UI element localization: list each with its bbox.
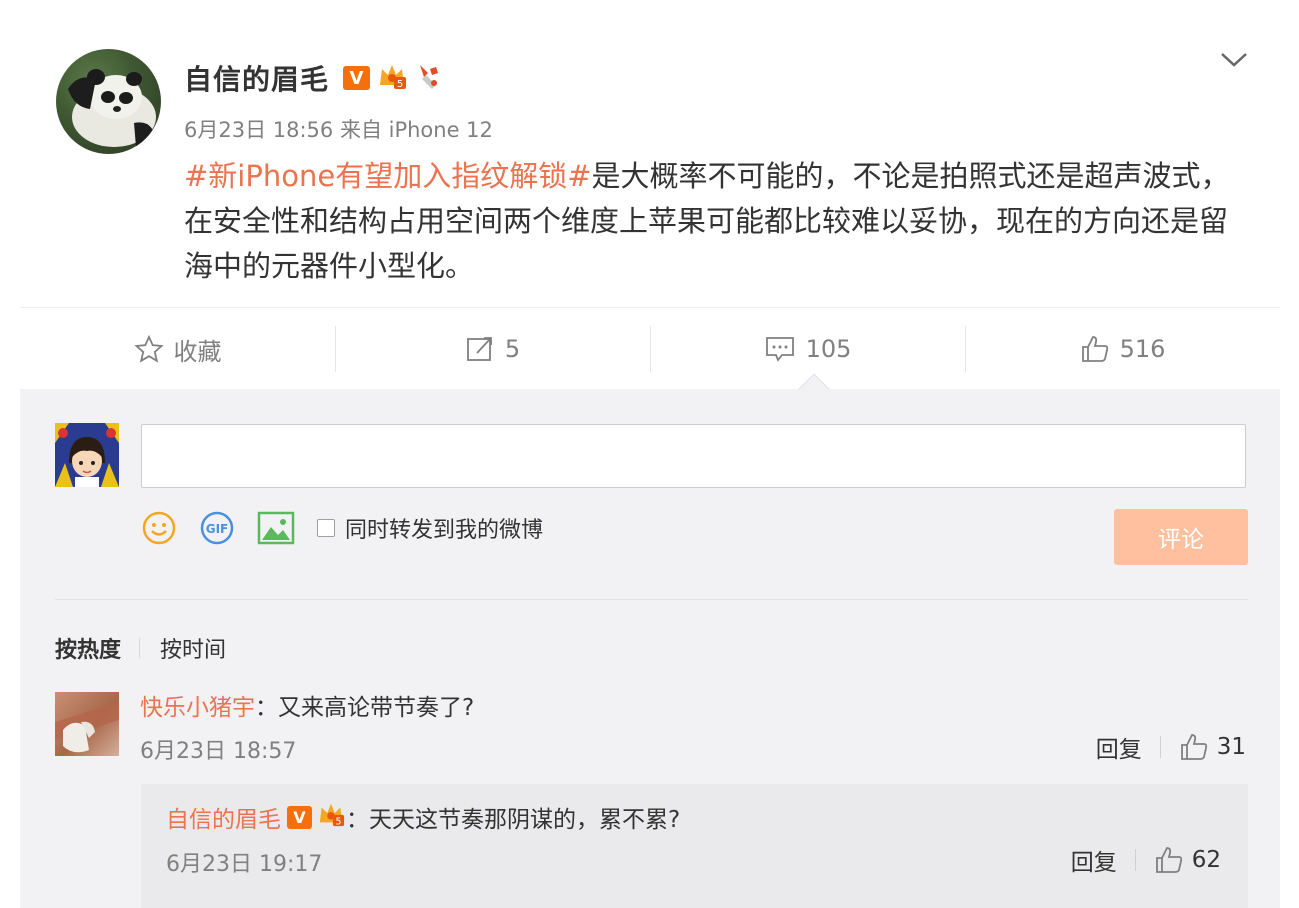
reply-like-button[interactable]: 62: [1154, 845, 1221, 875]
thumbs-up-icon: [1180, 734, 1207, 760]
post-text: #新iPhone有望加入指纹解锁#是大概率不可能的，不论是拍照式还是超声波式，在…: [184, 154, 1254, 289]
comment-like-count: 31: [1216, 734, 1246, 760]
comment-input[interactable]: [141, 424, 1246, 488]
reply-actions: 回复 62: [1071, 843, 1221, 877]
thumbs-up-icon: [1081, 336, 1108, 362]
comment-count: 105: [805, 335, 852, 363]
comment-time: 6月23日 18:57: [140, 739, 297, 764]
comment-like-button[interactable]: 31: [1179, 732, 1246, 762]
svg-text:GIF: GIF: [206, 522, 229, 536]
reply-text: 自信的眉毛 V 5 ：天天这节奏那阴谋的，累不累?: [166, 800, 680, 834]
reply-button[interactable]: 回复: [1096, 730, 1142, 764]
star-icon: [133, 335, 164, 363]
author-line: 自信的眉毛 V 5: [184, 58, 446, 98]
thumbs-up-icon: [1155, 847, 1182, 873]
repost-button[interactable]: 5: [335, 324, 650, 374]
post-meta: 6月23日 18:56 来自 iPhone 12: [184, 118, 493, 142]
weibo-post-page: 自信的眉毛 V 5 6月23日 18:56 来自 iPhone 12 #新iPh…: [0, 0, 1299, 908]
reply-like-count: 62: [1191, 847, 1221, 873]
verified-badge-icon[interactable]: V: [343, 66, 371, 90]
submit-comment-button[interactable]: 评论: [1114, 509, 1248, 565]
sort-by-hot-tab[interactable]: 按热度: [55, 632, 121, 664]
reply-author-name[interactable]: 自信的眉毛: [166, 800, 281, 834]
comment-text: 快乐小猪宇：又来高论带节奏了?: [140, 688, 474, 722]
sync-label: 同时转发到我的微博: [345, 518, 544, 543]
divider: [139, 638, 141, 658]
reply-time: 6月23日 19:17: [166, 852, 323, 877]
reply-button[interactable]: 回复: [1071, 843, 1117, 877]
verified-badge-icon[interactable]: V: [287, 805, 312, 829]
commenter-avatar[interactable]: [55, 692, 119, 756]
comment-actions: 回复 31: [1096, 730, 1246, 764]
favorite-label: 收藏: [173, 337, 222, 366]
member-crown-icon[interactable]: 5: [316, 800, 346, 834]
topic-link[interactable]: #新iPhone有望加入指纹解锁#: [184, 159, 592, 193]
divider: [20, 307, 1280, 308]
divider: [1159, 736, 1161, 758]
like-count: 516: [1119, 335, 1166, 363]
image-icon[interactable]: [257, 511, 295, 545]
gif-icon[interactable]: GIF: [199, 510, 235, 546]
chevron-down-icon[interactable]: [1218, 48, 1250, 72]
repost-icon: [466, 337, 492, 361]
favorite-button[interactable]: 收藏: [20, 324, 335, 374]
comment-icon: [765, 337, 794, 362]
author-name[interactable]: 自信的眉毛: [184, 58, 329, 98]
my-avatar[interactable]: [55, 423, 119, 487]
sync-checkbox[interactable]: [317, 519, 335, 537]
author-avatar[interactable]: [56, 49, 161, 154]
commenter-name[interactable]: 快乐小猪宇: [140, 695, 255, 721]
like-button[interactable]: 516: [965, 324, 1280, 374]
smile-icon[interactable]: [141, 510, 177, 546]
post-card: 自信的眉毛 V 5 6月23日 18:56 来自 iPhone 12 #新iPh…: [0, 0, 1299, 389]
composer-toolbar: GIF 同时转发到我的微博: [141, 508, 543, 548]
comment-button[interactable]: 105: [650, 324, 965, 374]
member-crown-icon[interactable]: 5: [376, 61, 408, 95]
svg-text:5: 5: [397, 79, 403, 90]
medal-icon[interactable]: [414, 61, 446, 95]
divider: [55, 599, 1248, 600]
comment-body: ：又来高论带节奏了?: [255, 695, 475, 721]
reply-body: ：天天这节奏那阴谋的，累不累?: [346, 807, 681, 833]
sort-tabs: 按热度 按时间: [55, 633, 226, 663]
sort-by-time-tab[interactable]: 按时间: [160, 632, 226, 664]
action-bar: 收藏 5 105 516: [20, 324, 1280, 374]
divider: [1134, 849, 1136, 871]
repost-count: 5: [504, 335, 521, 363]
svg-text:5: 5: [335, 816, 341, 827]
